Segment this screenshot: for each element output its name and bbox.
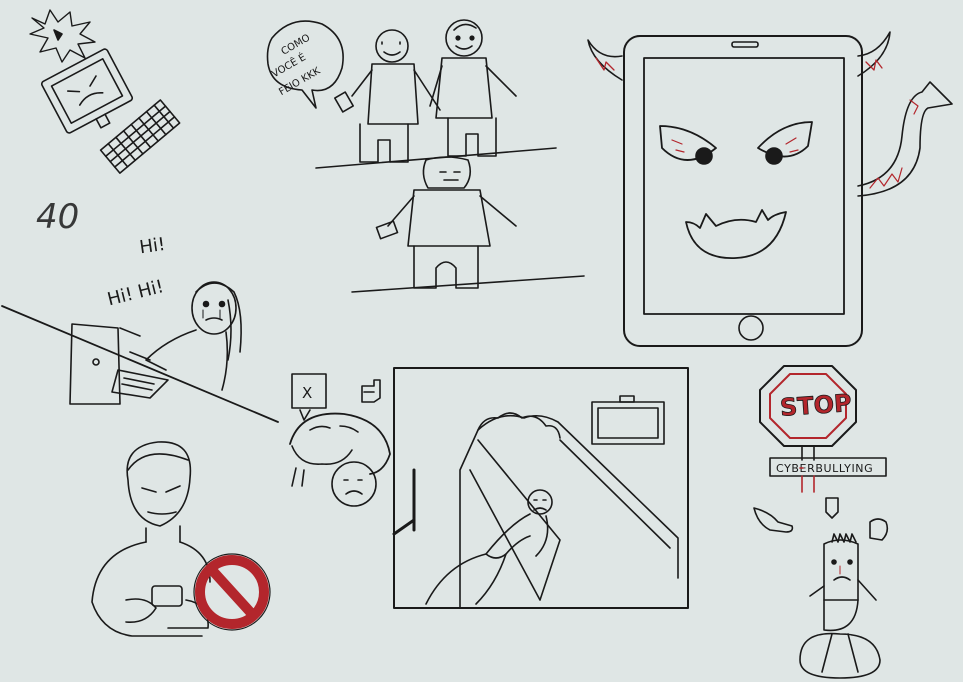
laughter-line-2: Hi! Hi!: [105, 276, 166, 310]
banner-text: CYBERBULLYING: [776, 462, 873, 475]
paper-sheet: 40 Hi! Hi! Hi! COMO VOCÊ É FEIO KKK X ST…: [0, 0, 963, 682]
lonely-kid-illustration: [351, 156, 585, 293]
sad-kid-illustration: [289, 412, 391, 507]
computer-monitor-icon: [40, 48, 134, 134]
speech-bubble: COMO VOCÊ É FEIO KKK: [266, 20, 344, 109]
stop-sign-text: STOP: [779, 389, 852, 422]
angry-computer-illustration: [29, 9, 181, 174]
x-bubble-text: X: [302, 384, 312, 402]
mocking-kids-illustration: [315, 19, 557, 169]
laughter-text: Hi! Hi! Hi!: [105, 234, 166, 310]
number-mark: 40: [36, 197, 79, 237]
cyberbullying-banner: CYBERBULLYING: [769, 457, 887, 493]
explosion-icon: [29, 9, 96, 63]
devil-horn-left: [587, 39, 623, 81]
laughter-line-1: Hi!: [138, 234, 166, 258]
prohibition-icon: [193, 553, 271, 631]
speech-line-1: COMO: [280, 32, 313, 57]
ground-line: [351, 275, 585, 293]
kid-right: [429, 19, 517, 157]
stop-sign: STOP: [759, 365, 857, 461]
kid-left: [334, 29, 441, 163]
cyberbullying-drawing: 40 Hi! Hi! Hi! COMO VOCÊ É FEIO KKK X ST…: [1, 9, 953, 679]
pointing-hands-icon: [753, 497, 889, 541]
angry-face-icon: [659, 121, 813, 259]
bully-with-phone-illustration: [91, 441, 211, 637]
sad-cyberbullied-kid-icon: [799, 533, 881, 679]
thumbs-down-icon: [361, 379, 381, 403]
devil-tablet-illustration: [587, 31, 953, 347]
x-bubble: X: [291, 373, 327, 421]
devil-tail-icon: [857, 81, 953, 197]
crying-girl-laptop-illustration: [1, 281, 279, 423]
tablet-icon: [623, 35, 863, 347]
framed-scene-illustration: [392, 367, 689, 609]
